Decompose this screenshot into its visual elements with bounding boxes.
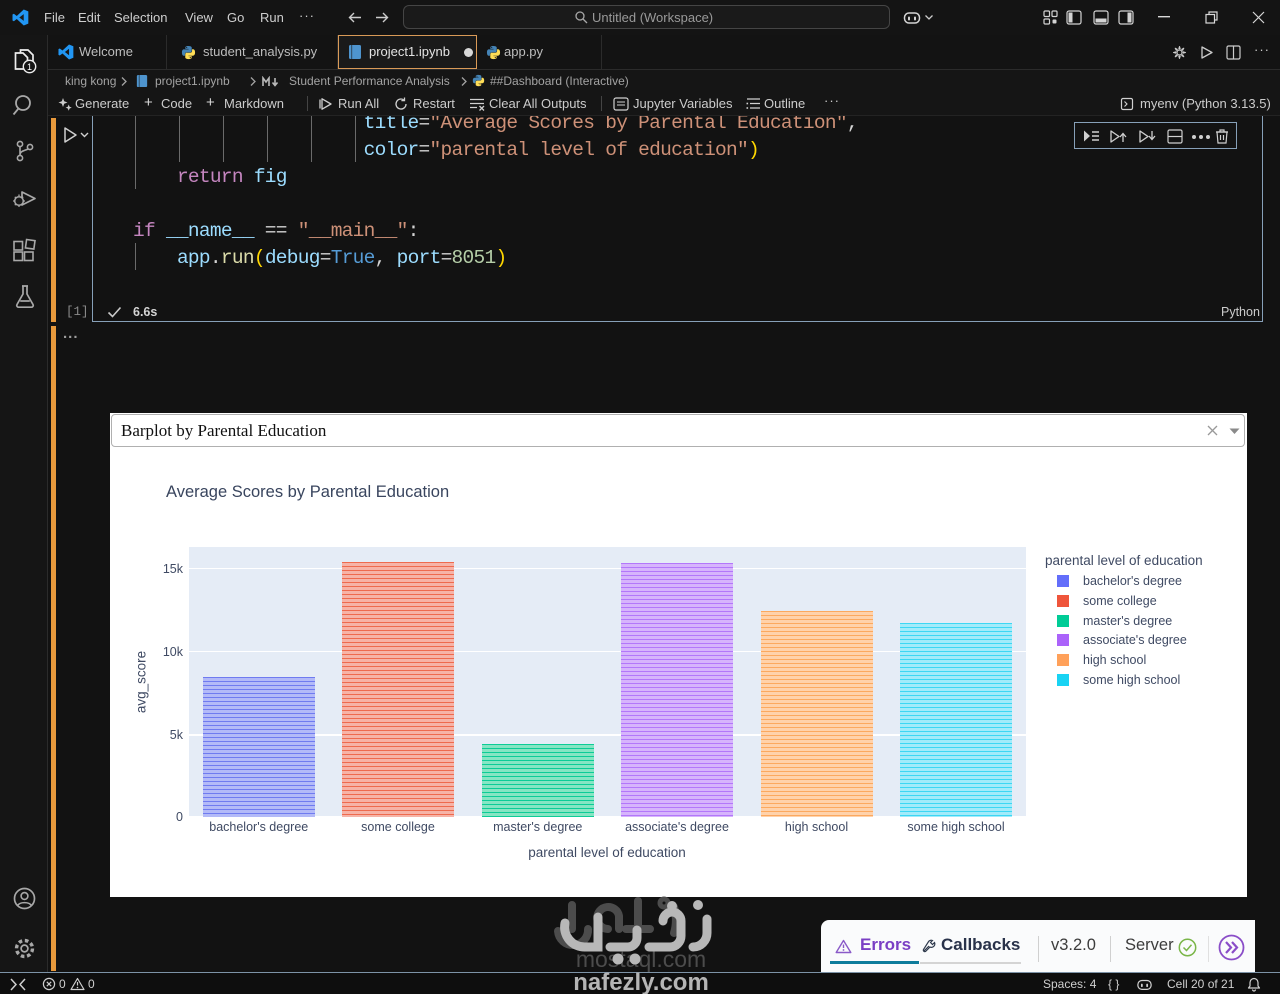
svg-text:nafezly.com: nafezly.com [573, 969, 709, 994]
svg-text:1: 1 [27, 62, 32, 72]
